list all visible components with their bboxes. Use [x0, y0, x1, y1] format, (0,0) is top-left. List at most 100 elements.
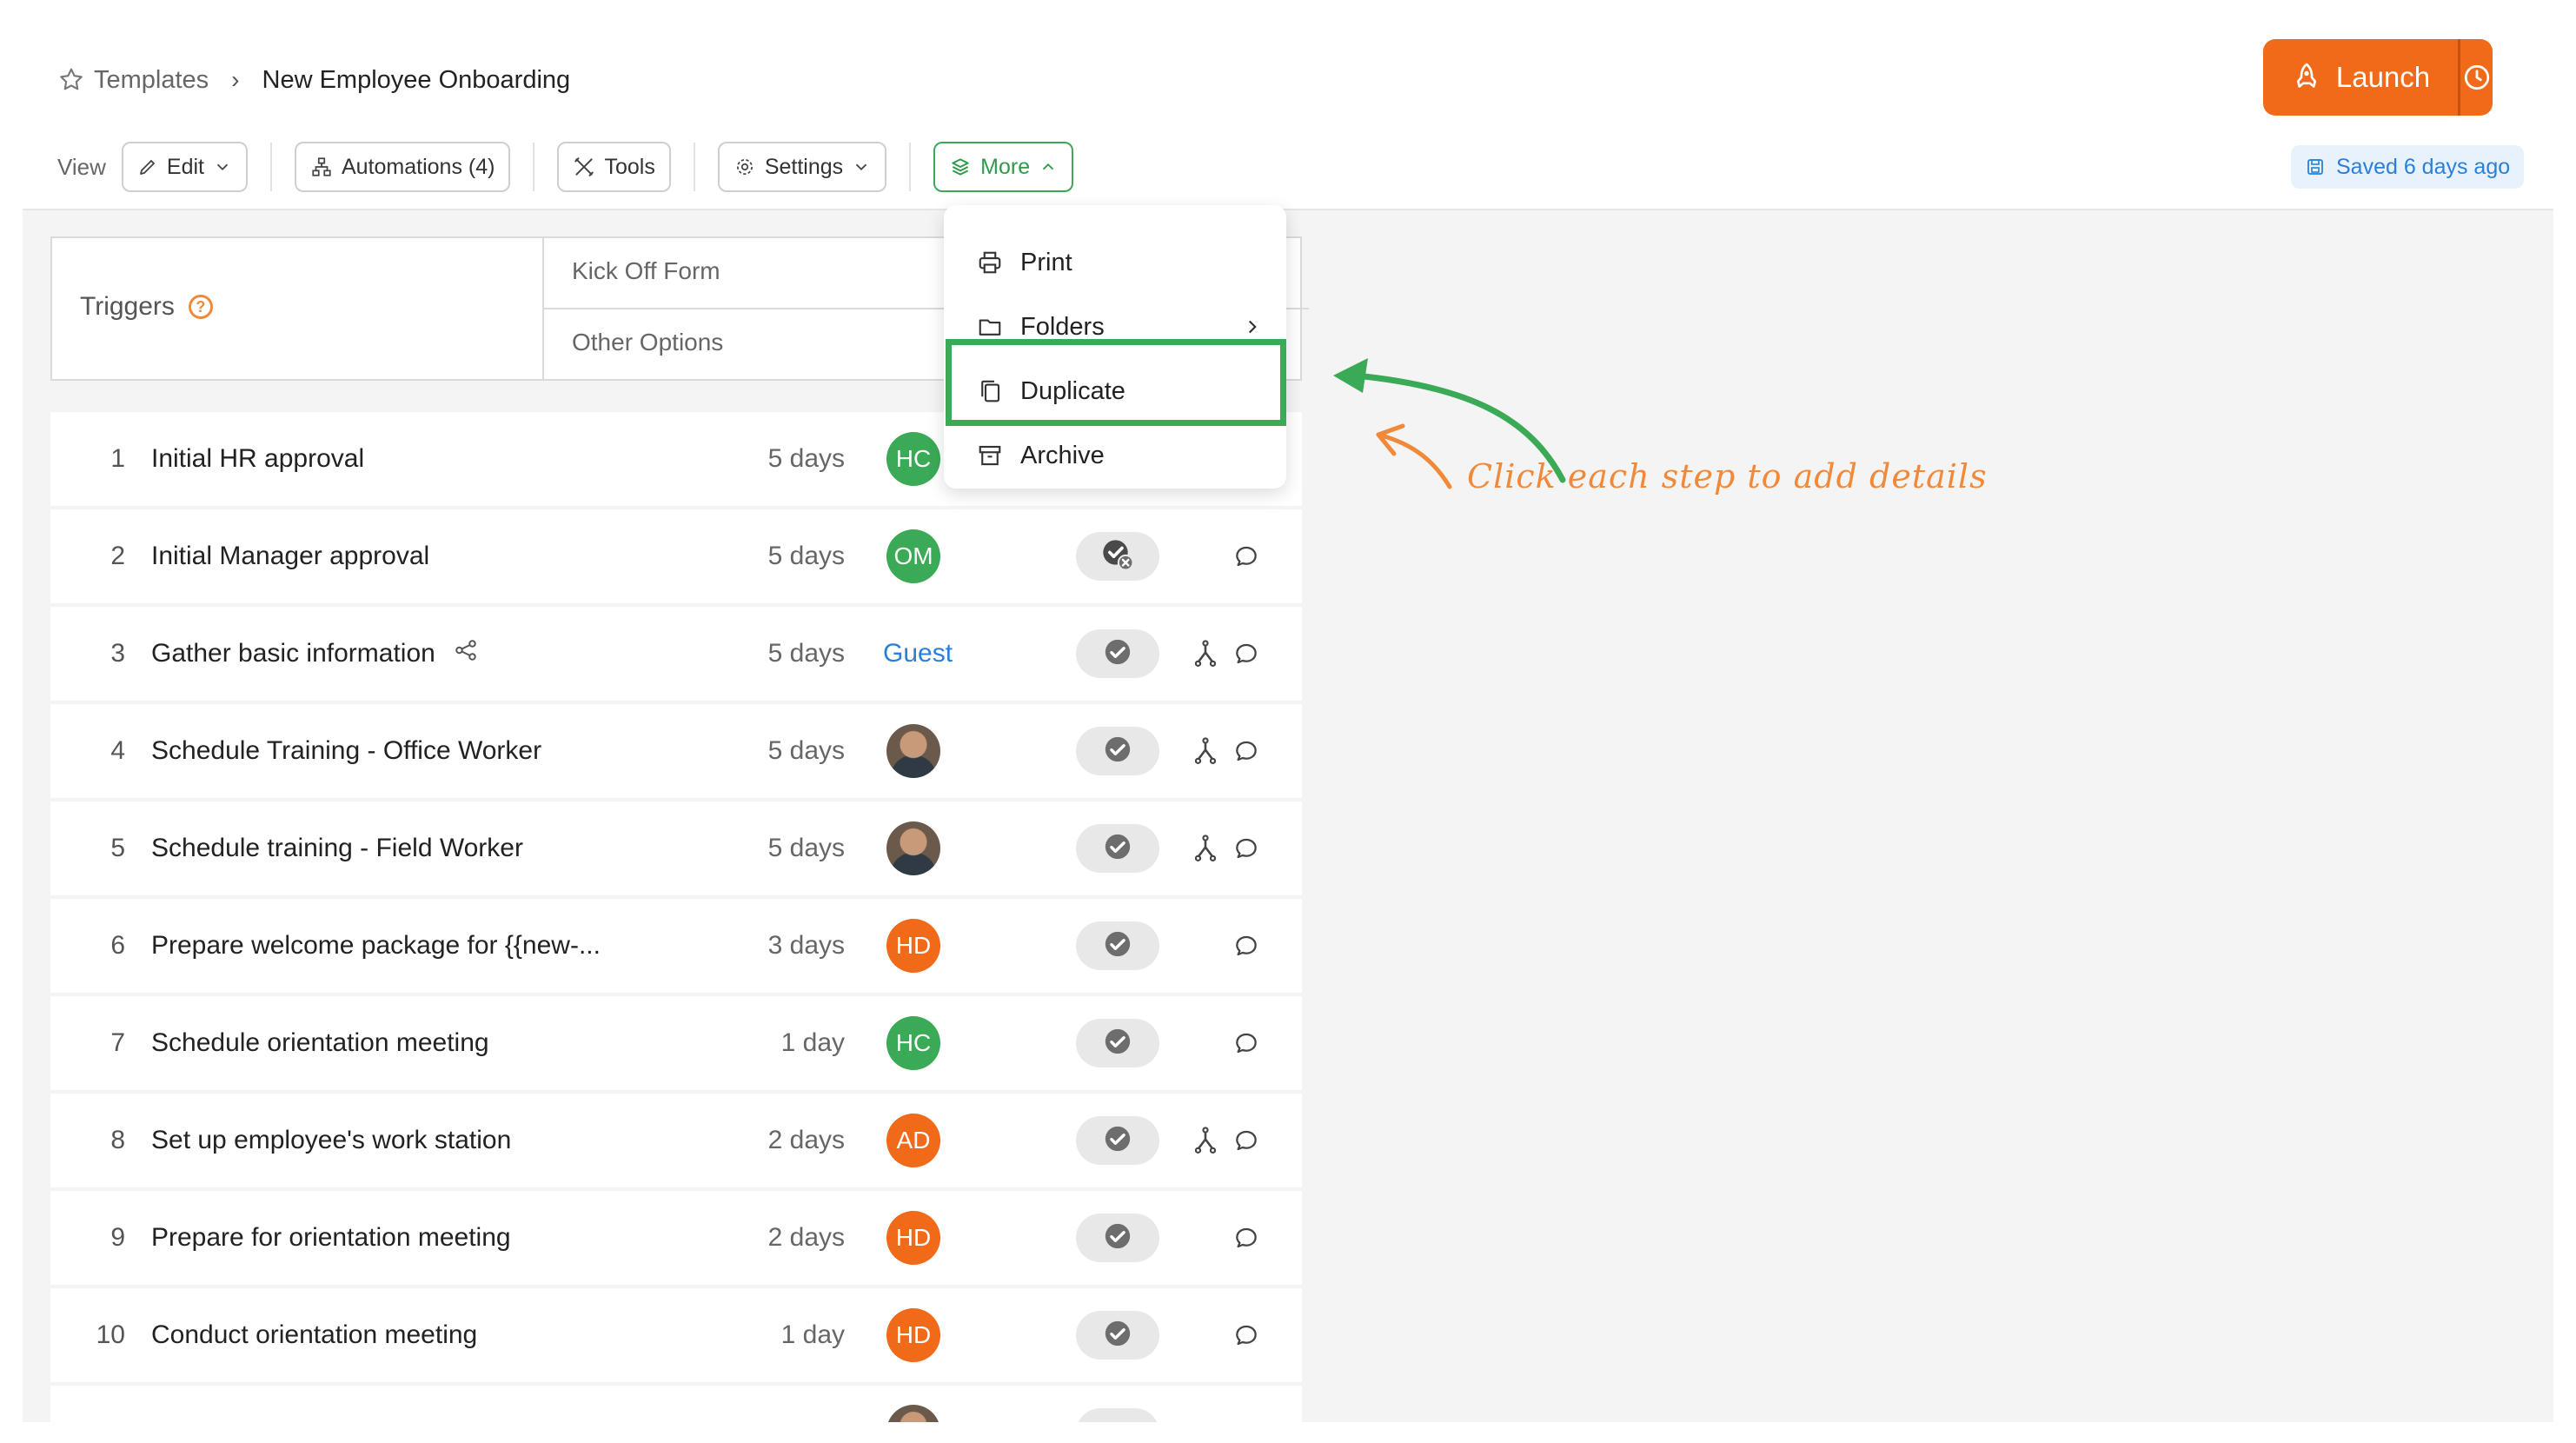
comment-icon[interactable]: [1232, 1029, 1260, 1057]
step-row[interactable]: 8 Set up employee's work station 2 days AD: [50, 1094, 1302, 1187]
avatar: [886, 1405, 940, 1422]
step-row[interactable]: 5 Schedule training - Field Worker 5 days: [50, 801, 1302, 895]
share-icon: [453, 637, 479, 670]
step-title: Gather basic information: [151, 639, 435, 668]
approval-toggle[interactable]: [1076, 727, 1159, 775]
step-number: 2: [110, 542, 125, 570]
step-name[interactable]: Gather basic information: [151, 607, 479, 701]
help-icon[interactable]: ?: [188, 295, 213, 319]
comment-icon[interactable]: [1232, 542, 1260, 570]
avatar[interactable]: HD: [886, 919, 940, 973]
approval-toggle[interactable]: [1076, 532, 1159, 581]
check-x-icon: [1100, 537, 1135, 576]
view-label: View: [57, 153, 106, 180]
archive-icon: [979, 445, 1001, 466]
automations-button[interactable]: Automations (4): [294, 142, 511, 192]
step-duration[interactable]: 2 days: [676, 1094, 845, 1187]
step-name[interactable]: Initial HR approval: [151, 412, 364, 506]
step-number: 8: [110, 1126, 125, 1154]
step-name[interactable]: Prepare welcome package for {{new-...: [151, 899, 601, 993]
approval-toggle[interactable]: [1076, 629, 1159, 678]
settings-label: Settings: [764, 154, 844, 179]
rocket-icon: [2296, 63, 2316, 88]
comment-icon[interactable]: [1232, 1321, 1260, 1349]
chevron-down-icon: [856, 163, 867, 171]
branch-icon[interactable]: [1191, 638, 1220, 669]
tools-button[interactable]: Tools: [557, 142, 671, 192]
approval-toggle[interactable]: [1076, 824, 1159, 873]
comment-icon[interactable]: [1232, 737, 1260, 765]
avatar[interactable]: [886, 724, 940, 778]
comment-icon[interactable]: [1232, 640, 1260, 668]
avatar[interactable]: [886, 821, 940, 875]
automations-label: Automations (4): [341, 154, 495, 179]
step-name[interactable]: Conduct orientation meeting: [151, 1288, 477, 1382]
avatar[interactable]: AD: [886, 1114, 940, 1167]
step-row[interactable]: 2 Initial Manager approval 5 days OM: [50, 509, 1302, 603]
approval-toggle: [1076, 1408, 1159, 1422]
branch-icon[interactable]: [1191, 1125, 1220, 1156]
duplicate-highlight-box: [946, 339, 1286, 426]
step-title: Conduct orientation meeting: [151, 1320, 478, 1349]
comment-icon[interactable]: [1232, 1127, 1260, 1154]
approval-toggle[interactable]: [1076, 1311, 1159, 1360]
annotation-text: Click each step to add details: [1467, 457, 1988, 495]
check-circle-icon: [1103, 929, 1132, 963]
step-row[interactable]: 6 Prepare welcome package for {{new-... 3 …: [50, 899, 1302, 993]
step-row[interactable]: 4 Schedule Training - Office Worker 5 days: [50, 704, 1302, 798]
launch-button[interactable]: Launch: [2263, 39, 2458, 116]
step-number: 4: [110, 736, 125, 765]
step-duration[interactable]: 5 days: [676, 704, 845, 798]
avatar[interactable]: HD: [886, 1211, 940, 1265]
more-dropdown[interactable]: More: [933, 142, 1074, 192]
approval-toggle[interactable]: [1076, 921, 1159, 970]
star-icon[interactable]: [57, 66, 85, 94]
assignee-guest[interactable]: Guest: [883, 607, 953, 701]
step-row[interactable]: 3 Gather basic information 5 days Guest: [50, 607, 1302, 701]
step-row[interactable]: 7 Schedule orientation meeting 1 day HC: [50, 996, 1302, 1090]
approval-toggle[interactable]: [1076, 1214, 1159, 1262]
avatar[interactable]: HC: [886, 432, 940, 486]
kickoff-form-option[interactable]: Kick Off Form: [572, 257, 720, 285]
step-name[interactable]: Schedule orientation meeting: [151, 996, 489, 1090]
branch-icon[interactable]: [1191, 833, 1220, 864]
avatar[interactable]: HD: [886, 1308, 940, 1362]
triggers-heading: Triggers ?: [80, 292, 213, 322]
step-name[interactable]: Schedule training - Field Worker: [151, 801, 523, 895]
step-duration[interactable]: 5 days: [676, 607, 845, 701]
step-duration[interactable]: 1 day: [676, 1288, 845, 1382]
tools-label: Tools: [604, 154, 655, 179]
step-row[interactable]: 9 Prepare for orientation meeting 2 days HD: [50, 1191, 1302, 1285]
approval-toggle[interactable]: [1076, 1019, 1159, 1067]
step-name[interactable]: Initial Manager approval: [151, 509, 429, 603]
comment-icon[interactable]: [1232, 932, 1260, 960]
settings-dropdown[interactable]: Settings: [717, 142, 887, 192]
breadcrumb: Templates › New Employee Onboarding: [57, 63, 570, 97]
step-duration[interactable]: 5 days: [676, 801, 845, 895]
avatar[interactable]: OM: [886, 529, 940, 583]
comment-icon[interactable]: [1232, 835, 1260, 862]
schedule-launch-button[interactable]: [2460, 39, 2493, 116]
step-row[interactable]: 10 Conduct orientation meeting 1 day HD: [50, 1288, 1302, 1382]
menu-item-print[interactable]: Print: [977, 245, 1072, 280]
branch-icon[interactable]: [1191, 735, 1220, 767]
step-duration[interactable]: 2 days: [676, 1191, 845, 1285]
step-duration[interactable]: 5 days: [676, 412, 845, 506]
other-options-option[interactable]: Other Options: [572, 329, 723, 356]
step-row-partial[interactable]: [50, 1386, 1302, 1422]
edit-dropdown[interactable]: Edit: [121, 142, 248, 192]
menu-item-archive[interactable]: Archive: [977, 438, 1105, 473]
step-number: 9: [110, 1223, 125, 1252]
step-name[interactable]: Prepare for orientation meeting: [151, 1191, 511, 1285]
page-title: New Employee Onboarding: [262, 65, 571, 94]
avatar[interactable]: HC: [886, 1016, 940, 1070]
step-name[interactable]: Schedule Training - Office Worker: [151, 704, 541, 798]
step-name[interactable]: Set up employee's work station: [151, 1094, 511, 1187]
check-circle-icon: [1103, 832, 1132, 866]
step-duration[interactable]: 3 days: [676, 899, 845, 993]
step-duration[interactable]: 5 days: [676, 509, 845, 603]
breadcrumb-templates-link[interactable]: Templates: [94, 66, 209, 95]
comment-icon[interactable]: [1232, 1224, 1260, 1252]
approval-toggle[interactable]: [1076, 1116, 1159, 1165]
step-duration[interactable]: 1 day: [676, 996, 845, 1090]
